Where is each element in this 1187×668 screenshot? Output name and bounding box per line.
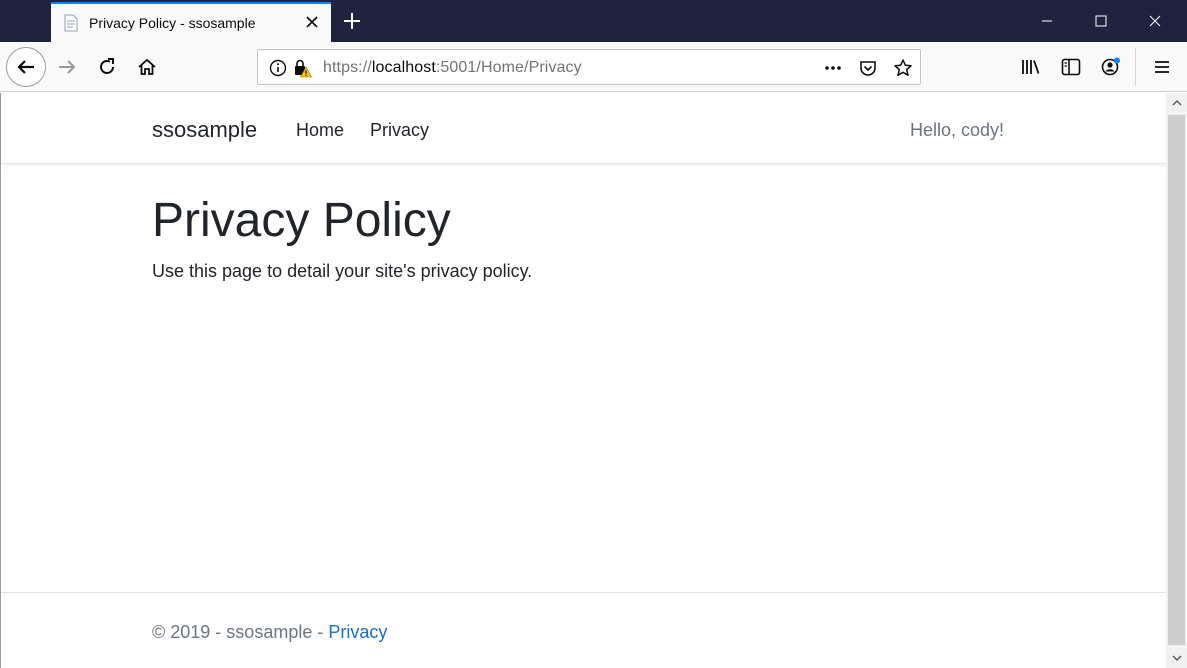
page-scrollbar[interactable] xyxy=(1166,93,1187,668)
chevron-up-icon xyxy=(1172,100,1181,106)
forward-arrow-icon xyxy=(59,60,76,74)
home-button[interactable] xyxy=(127,47,167,87)
chevron-down-icon xyxy=(1172,655,1181,661)
page-title: Privacy Policy xyxy=(152,194,451,247)
lock-warning-icon[interactable] xyxy=(292,58,312,78)
close-icon[interactable] xyxy=(303,13,321,31)
url-host: localhost xyxy=(371,59,436,76)
toolbar-separator xyxy=(1135,48,1136,86)
url-text[interactable]: https://localhost:5001/Home/Privacy xyxy=(323,59,582,77)
page-description: Use this page to detail your site's priv… xyxy=(152,261,533,281)
url-bar[interactable]: https://localhost:5001/Home/Privacy xyxy=(257,49,921,85)
title-bar: Privacy Policy - ssosample xyxy=(0,0,1187,42)
page-viewport: ssosample Home Privacy Hello, cody! Priv… xyxy=(1,93,1166,668)
account-icon xyxy=(1101,57,1120,76)
reload-button[interactable] xyxy=(87,47,127,87)
minimize-button[interactable] xyxy=(1024,0,1070,42)
site-navbar: ssosample Home Privacy Hello, cody! xyxy=(1,93,1166,164)
nav-link-privacy[interactable]: Privacy xyxy=(370,120,429,141)
library-button[interactable] xyxy=(1011,47,1051,87)
user-greeting: Hello, cody! xyxy=(910,120,1005,140)
site-footer: © 2019 - ssosample - Privacy xyxy=(1,592,1166,668)
info-icon[interactable] xyxy=(268,58,288,78)
scroll-down-button[interactable] xyxy=(1166,648,1187,668)
more-icon[interactable] xyxy=(823,58,843,78)
nav-link-home[interactable]: Home xyxy=(296,120,344,141)
site-brand[interactable]: ssosample xyxy=(152,117,257,143)
menu-button[interactable] xyxy=(1142,47,1182,87)
active-tab[interactable]: Privacy Policy - ssosample xyxy=(51,2,331,42)
footer-text: © 2019 - ssosample - Privacy xyxy=(152,622,387,643)
sidebar-button[interactable] xyxy=(1051,47,1091,87)
tab-title: Privacy Policy - ssosample xyxy=(89,15,256,31)
library-icon xyxy=(1022,60,1040,74)
maximize-icon xyxy=(1095,15,1107,27)
file-icon xyxy=(64,14,78,32)
account-button[interactable] xyxy=(1091,47,1131,87)
sidebar-icon xyxy=(1061,58,1081,76)
home-icon xyxy=(138,58,156,75)
back-arrow-icon xyxy=(17,60,34,74)
footer-privacy-link[interactable]: Privacy xyxy=(328,622,387,642)
url-path: :5001/Home/Privacy xyxy=(435,59,582,76)
window-close-button[interactable] xyxy=(1132,0,1178,42)
minimize-icon xyxy=(1042,20,1052,22)
footer-copyright: © 2019 - ssosample - xyxy=(152,622,329,642)
plus-icon xyxy=(344,13,360,29)
url-scheme: https:// xyxy=(323,59,372,76)
scroll-thumb[interactable] xyxy=(1168,115,1185,645)
scroll-up-button[interactable] xyxy=(1166,93,1187,113)
maximize-button[interactable] xyxy=(1078,0,1124,42)
window-close-icon xyxy=(1149,15,1161,27)
back-button[interactable] xyxy=(6,47,46,87)
new-tab-button[interactable] xyxy=(340,9,364,33)
reload-icon xyxy=(100,58,114,74)
nav-toolbar: https://localhost:5001/Home/Privacy xyxy=(0,42,1187,92)
star-icon[interactable] xyxy=(893,58,913,78)
menu-icon xyxy=(1155,61,1169,73)
forward-button[interactable] xyxy=(47,47,87,87)
pocket-icon[interactable] xyxy=(858,58,878,78)
